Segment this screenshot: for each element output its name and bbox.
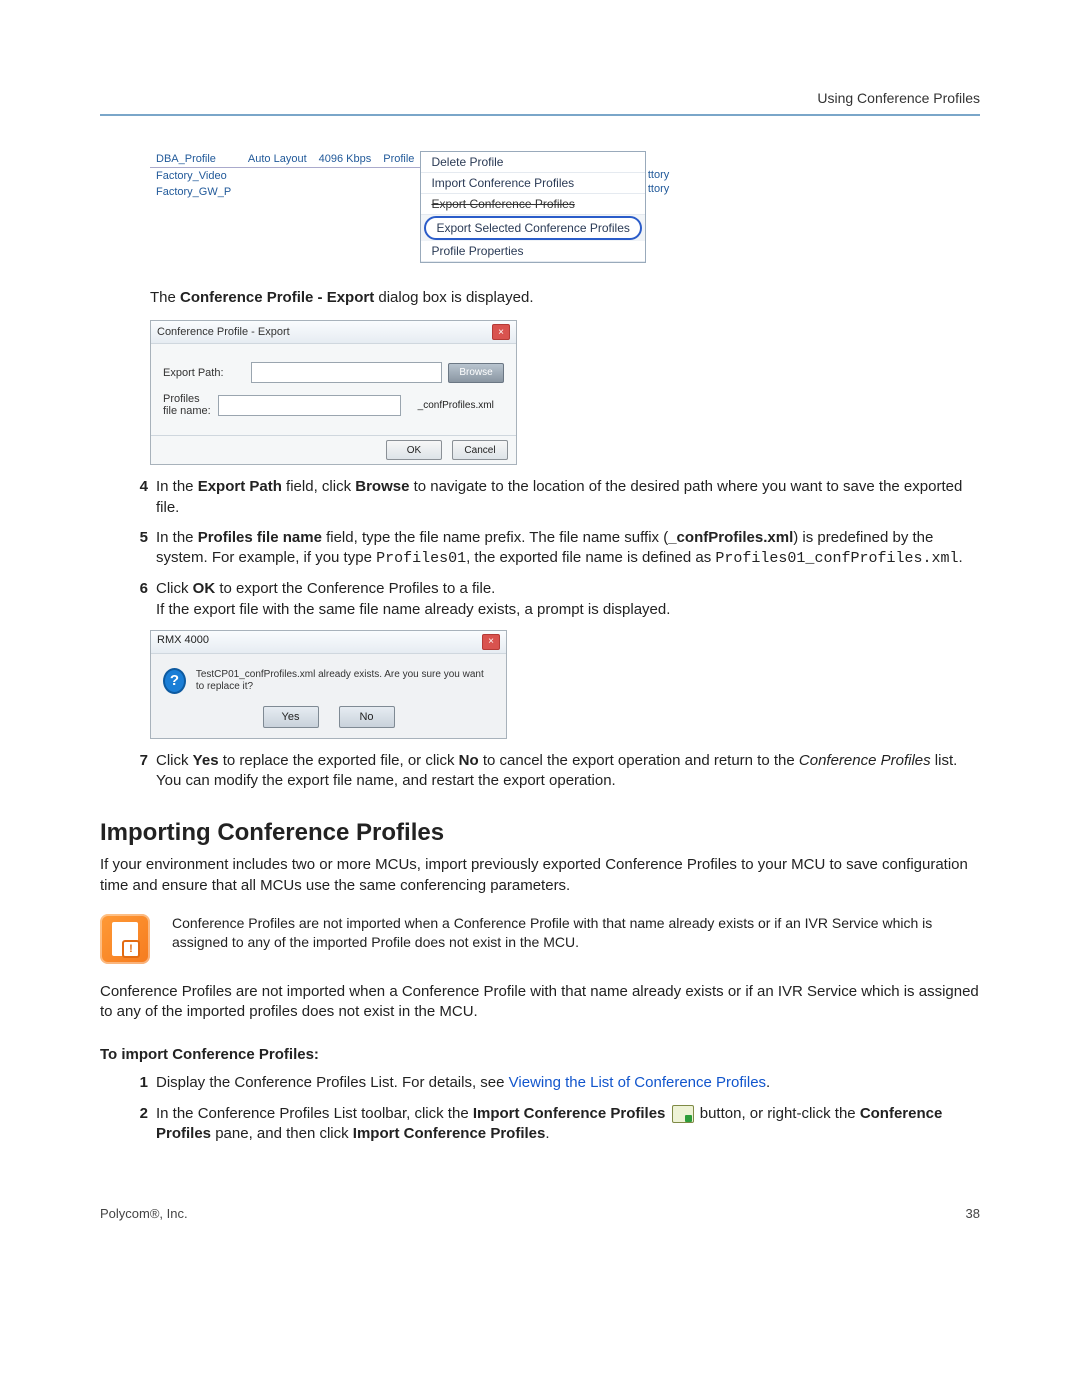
question-icon: ? — [163, 668, 186, 694]
footer-company: Polycom®, Inc. — [100, 1206, 188, 1221]
menu-item-profile-properties[interactable]: Profile Properties — [421, 241, 644, 262]
footer-page-number: 38 — [966, 1206, 980, 1221]
export-dialog: Conference Profile - Export × Export Pat… — [150, 320, 517, 465]
yes-button[interactable]: Yes — [263, 706, 319, 728]
export-path-input[interactable] — [251, 362, 442, 383]
profile-type: Profile — [383, 153, 414, 165]
import-step-1: 1 Display the Conference Profiles List. … — [120, 1073, 980, 1093]
list-cell: ttory — [646, 182, 671, 196]
intro-line: The Conference Profile - Export dialog b… — [150, 288, 980, 308]
menu-item-export-selected-profiles[interactable]: Export Selected Conference Profiles — [425, 217, 640, 239]
step-5: 5 In the Profiles file name field, type … — [120, 528, 980, 570]
note-block: Conference Profiles are not imported whe… — [100, 914, 980, 964]
note-text: Conference Profiles are not imported whe… — [172, 914, 980, 952]
page-header: Using Conference Profiles — [100, 90, 980, 116]
export-path-label: Export Path: — [163, 367, 245, 379]
import-profiles-toolbar-icon — [672, 1105, 694, 1123]
profile-name: Factory_Video — [156, 170, 227, 182]
step-4: 4 In the Export Path field, click Browse… — [120, 477, 980, 518]
filename-suffix: _confProfiles.xml — [407, 400, 504, 411]
prompt-message: TestCP01_confProfiles.xml already exists… — [196, 669, 494, 693]
cancel-button[interactable]: Cancel — [452, 440, 508, 460]
import-step-2: 2 In the Conference Profiles List toolba… — [120, 1104, 980, 1145]
note-icon — [100, 914, 150, 964]
ok-button[interactable]: OK — [386, 440, 442, 460]
no-button[interactable]: No — [339, 706, 395, 728]
browse-button[interactable]: Browse — [448, 363, 504, 383]
step-6: 6 Click OK to export the Conference Prof… — [120, 579, 980, 620]
step-7: 7 Click Yes to replace the exported file… — [120, 751, 980, 792]
replace-prompt-dialog: RMX 4000 × ? TestCP01_confProfiles.xml a… — [150, 630, 507, 739]
menu-item-import-profiles[interactable]: Import Conference Profiles — [421, 173, 644, 194]
procedure-heading: To import Conference Profiles: — [100, 1046, 980, 1063]
profile-name: Factory_GW_P — [156, 186, 231, 198]
importing-para2: Conference Profiles are not imported whe… — [100, 982, 980, 1023]
profile-rate: 4096 Kbps — [319, 153, 372, 165]
menu-item-delete-profile[interactable]: Delete Profile — [421, 152, 644, 173]
section-heading-importing: Importing Conference Profiles — [100, 819, 980, 847]
profile-layout: Auto Layout — [248, 153, 307, 165]
context-menu-screenshot: DBA_Profile Auto Layout 4096 Kbps Profil… — [150, 151, 980, 263]
menu-item-export-profiles[interactable]: Export Conference Profiles — [421, 194, 644, 215]
context-menu: Delete Profile Import Conference Profile… — [420, 151, 645, 263]
dialog-title: RMX 4000 — [157, 634, 209, 650]
page-footer: Polycom®, Inc. 38 — [100, 1194, 980, 1221]
dialog-title: Conference Profile - Export — [157, 326, 290, 338]
list-cell: ttory — [646, 168, 671, 182]
profiles-filename-label: Profiles file name: — [163, 393, 212, 417]
close-icon[interactable]: × — [492, 324, 510, 340]
profiles-filename-input[interactable] — [218, 395, 401, 416]
header-title: Using Conference Profiles — [817, 90, 980, 106]
importing-intro: If your environment includes two or more… — [100, 855, 980, 896]
viewing-profiles-link[interactable]: Viewing the List of Conference Profiles — [509, 1074, 766, 1091]
profile-name: DBA_Profile — [156, 153, 216, 165]
close-icon[interactable]: × — [482, 634, 500, 650]
